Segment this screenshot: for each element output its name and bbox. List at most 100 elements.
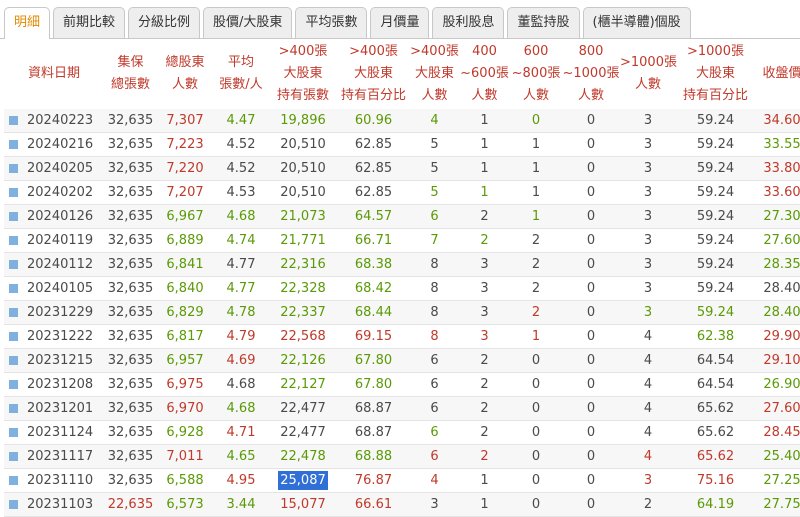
cell-value: 5 bbox=[430, 185, 439, 200]
table-cell: 6 bbox=[410, 372, 459, 397]
date-value[interactable]: 20231110 bbox=[27, 473, 93, 488]
table-cell: 4.52 bbox=[213, 156, 269, 181]
table-row[interactable]: 20231124 32,635 6,928 4.71 22,477 68.87 6 2 0 0 4 6… bbox=[4, 420, 800, 445]
table-cell: 0 bbox=[562, 324, 620, 349]
table-row[interactable]: 20240112 32,635 6,841 4.77 22,316 68.38 8 3 2 0 3 5… bbox=[4, 252, 800, 277]
date-value[interactable]: 20240202 bbox=[27, 185, 93, 200]
cell-value: 4.71 bbox=[226, 425, 256, 440]
table-cell: 64.54 bbox=[676, 372, 755, 397]
tab-0[interactable]: 明細 bbox=[4, 7, 51, 39]
cell-value: 22,127 bbox=[280, 377, 326, 392]
cell-value: 3 bbox=[430, 497, 439, 512]
cell-value: 0 bbox=[586, 137, 596, 152]
table-cell: 68.44 bbox=[337, 300, 410, 325]
table-cell: 20231215 bbox=[4, 348, 104, 373]
date-value[interactable]: 20231208 bbox=[27, 377, 93, 392]
column-header-line: 大股東 bbox=[695, 66, 735, 81]
table-row[interactable]: 20231117 32,635 7,011 4.65 22,478 68.88 6 2 0 0 4 6… bbox=[4, 444, 800, 469]
table-cell: 1 bbox=[510, 204, 562, 229]
cell-value: 4.69 bbox=[226, 353, 256, 368]
date-value[interactable]: 20231103 bbox=[27, 497, 93, 512]
table-cell: 5 bbox=[410, 132, 459, 157]
table-cell: 7,307 bbox=[157, 109, 213, 133]
table-row[interactable]: 20240202 32,635 7,207 4.53 20,510 62.85 5 1 1 0 3 5… bbox=[4, 180, 800, 205]
table-row[interactable]: 20231208 32,635 6,975 4.68 22,127 67.80 6 2 0 0 4 6… bbox=[4, 372, 800, 397]
cell-value: 20,510 bbox=[280, 137, 326, 152]
tab-5[interactable]: 月價量 bbox=[370, 7, 430, 38]
column-header: >400張 大股東 持有百分比 bbox=[337, 39, 410, 109]
date-value[interactable]: 20231215 bbox=[27, 353, 93, 368]
cell-value: 2 bbox=[480, 233, 489, 248]
table-cell: 22,127 bbox=[269, 372, 337, 397]
cell-value: 2 bbox=[531, 233, 541, 248]
tab-3[interactable]: 股價/大股東 bbox=[203, 7, 293, 38]
table-cell: 0 bbox=[562, 396, 620, 421]
table-row[interactable]: 20231215 32,635 6,957 4.69 22,126 67.80 6 2 0 0 4 6… bbox=[4, 348, 800, 373]
column-header-line: 持有張數 bbox=[276, 88, 329, 103]
date-value[interactable]: 20231229 bbox=[27, 305, 93, 320]
cell-value: 3 bbox=[643, 209, 653, 224]
table-cell: 66.61 bbox=[337, 492, 410, 517]
tab-7[interactable]: 董監持股 bbox=[507, 7, 580, 38]
cell-value: 0 bbox=[586, 425, 596, 440]
date-value[interactable]: 20240223 bbox=[27, 113, 93, 128]
table-row[interactable]: 20231201 32,635 6,970 4.68 22,477 68.87 6 2 0 0 4 6… bbox=[4, 396, 800, 421]
table-row[interactable]: 20240223 32,635 7,307 4.47 19,896 60.96 4 1 0 0 3 5… bbox=[4, 109, 800, 133]
table-row[interactable]: 20231110 32,635 6,588 4.95 25,087 76.87 4 1 0 0 3 7… bbox=[4, 468, 800, 493]
table-cell: 32,635 bbox=[104, 180, 157, 205]
table-cell: 1 bbox=[459, 492, 510, 517]
date-value[interactable]: 20240126 bbox=[27, 209, 93, 224]
tab-4[interactable]: 平均張數 bbox=[295, 7, 368, 38]
date-value[interactable]: 20231117 bbox=[27, 449, 93, 464]
table-row[interactable]: 20231103 22,635 6,573 3.44 15,077 66.61 3 1 0 0 2 6… bbox=[4, 492, 800, 517]
table-cell: 0 bbox=[562, 348, 620, 373]
date-value[interactable]: 20231201 bbox=[27, 401, 93, 416]
table-cell: 0 bbox=[562, 156, 620, 181]
cell-value: 1 bbox=[480, 185, 489, 200]
table-cell: 6,967 bbox=[157, 204, 213, 229]
table-row[interactable]: 20240216 32,635 7,223 4.52 20,510 62.85 5 1 1 0 3 5… bbox=[4, 132, 800, 157]
cell-value: 4 bbox=[643, 329, 653, 344]
table-cell: 6,841 bbox=[157, 252, 213, 277]
row-marker-icon bbox=[9, 428, 18, 437]
table-cell: 29.10 bbox=[755, 348, 800, 373]
tab-1[interactable]: 前期比較 bbox=[53, 7, 126, 38]
table-row[interactable]: 20231222 32,635 6,817 4.79 22,568 69.15 8 3 1 0 4 6… bbox=[4, 324, 800, 349]
table-row[interactable]: 20240119 32,635 6,889 4.74 21,771 66.71 7 2 2 0 3 5… bbox=[4, 228, 800, 253]
cell-value: 3 bbox=[643, 233, 653, 248]
table-cell: 33.80 bbox=[755, 156, 800, 181]
tab-6[interactable]: 股利股息 bbox=[432, 7, 505, 38]
table-cell: 6,817 bbox=[157, 324, 213, 349]
cell-value: 0 bbox=[586, 329, 596, 344]
date-value[interactable]: 20231124 bbox=[27, 425, 93, 440]
table-row[interactable]: 20231229 32,635 6,829 4.78 22,337 68.44 8 3 2 0 3 5… bbox=[4, 300, 800, 325]
cell-value: 1 bbox=[480, 137, 489, 152]
table-row[interactable]: 20240105 32,635 6,840 4.77 22,328 68.42 8 3 2 0 3 5… bbox=[4, 276, 800, 301]
cell-value: 27.60 bbox=[763, 233, 800, 248]
cell-value: 6,928 bbox=[166, 425, 204, 440]
date-value[interactable]: 20240205 bbox=[27, 161, 93, 176]
cell-value: 1 bbox=[480, 161, 489, 176]
table-cell: 20240126 bbox=[4, 204, 104, 229]
table-cell: 25,087 bbox=[269, 468, 337, 493]
date-value[interactable]: 20240119 bbox=[27, 233, 93, 248]
table-cell: 0 bbox=[510, 396, 562, 421]
table-cell: 22,316 bbox=[269, 252, 337, 277]
tab-8[interactable]: (櫃半導體)個股 bbox=[582, 7, 691, 38]
date-value[interactable]: 20240112 bbox=[27, 257, 93, 272]
date-value[interactable]: 20231222 bbox=[27, 329, 93, 344]
date-value[interactable]: 20240105 bbox=[27, 281, 93, 296]
cell-value: 8 bbox=[430, 305, 439, 320]
table-row[interactable]: 20240205 32,635 7,220 4.52 20,510 62.85 5 1 1 0 3 5… bbox=[4, 156, 800, 181]
cell-value: 3 bbox=[480, 257, 489, 272]
tab-2[interactable]: 分級比例 bbox=[128, 7, 201, 38]
table-cell: 0 bbox=[510, 420, 562, 445]
table-cell: 62.38 bbox=[676, 324, 755, 349]
table-cell: 7,223 bbox=[157, 132, 213, 157]
table-cell: 65.62 bbox=[676, 420, 755, 445]
date-value[interactable]: 20240216 bbox=[27, 137, 93, 152]
table-cell: 3 bbox=[620, 252, 676, 277]
cell-value: 4.74 bbox=[226, 233, 256, 248]
table-cell: 27.25 bbox=[755, 468, 800, 493]
table-row[interactable]: 20240126 32,635 6,967 4.68 21,073 64.57 6 2 1 0 3 5… bbox=[4, 204, 800, 229]
